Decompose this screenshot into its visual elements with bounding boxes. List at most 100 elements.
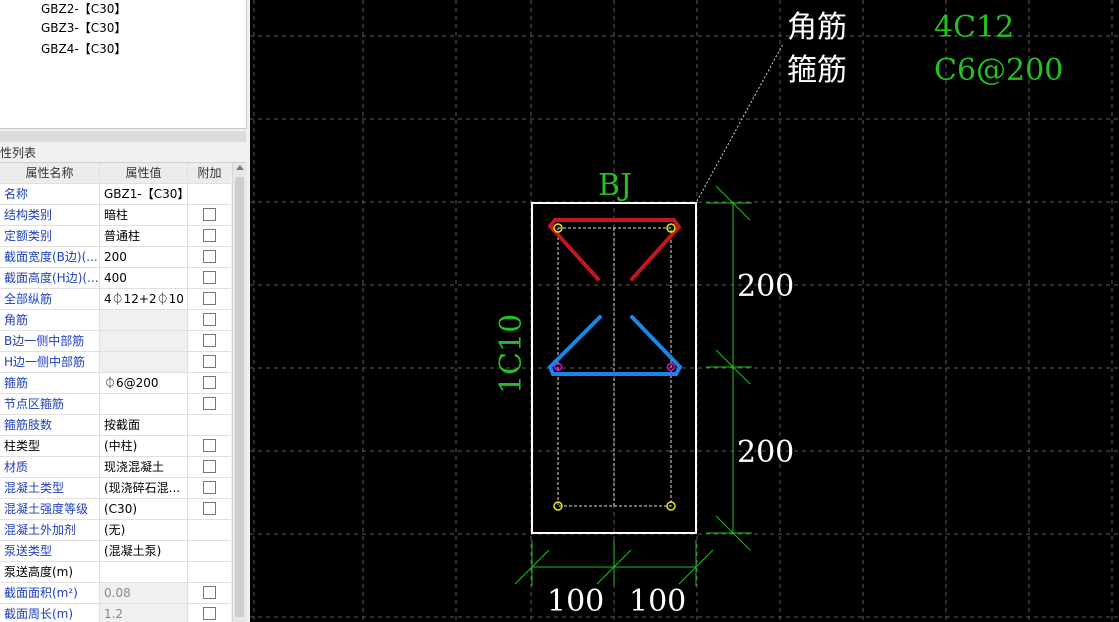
property-row[interactable]: 箍筋 ⏀6@200	[0, 373, 231, 394]
property-extra-cell	[188, 604, 231, 622]
property-value[interactable]: GBZ1-【C30】	[100, 184, 188, 204]
extra-checkbox[interactable]	[203, 607, 216, 620]
property-value[interactable]: 普通柱	[100, 226, 188, 246]
extra-checkbox[interactable]	[203, 586, 216, 599]
scroll-thumb[interactable]	[235, 177, 244, 617]
property-row[interactable]: 名称 GBZ1-【C30】	[0, 184, 231, 205]
dimension-width-right: 100	[629, 584, 686, 619]
property-row[interactable]: 材质 现浇混凝土	[0, 457, 231, 478]
property-value[interactable]	[100, 562, 188, 582]
property-row[interactable]: B边一侧中部筋	[0, 331, 231, 352]
drawing-canvas[interactable]: 角筋 箍筋 4C12 C6@200 BJ 1C10 200 200 100 10…	[250, 0, 1119, 622]
property-name: 定额类别	[0, 226, 100, 246]
scroll-up-icon[interactable]	[236, 165, 244, 170]
property-name: 箍筋肢数	[0, 415, 100, 435]
property-scrollbar[interactable]	[232, 163, 247, 622]
property-value[interactable]: 4⏀12+2⏀10	[100, 289, 188, 309]
dimension-width-left: 100	[547, 584, 604, 619]
property-row[interactable]: 泵送高度(m)	[0, 562, 231, 583]
property-row[interactable]: 箍筋肢数 按截面	[0, 415, 231, 436]
extra-checkbox[interactable]	[203, 208, 216, 221]
property-name: 截面高度(H边)(...	[0, 268, 100, 288]
extra-checkbox[interactable]	[203, 502, 216, 515]
vertical-dimension	[706, 185, 752, 551]
property-extra-cell	[188, 457, 231, 477]
property-value[interactable]: (无)	[100, 520, 188, 540]
property-row[interactable]: 混凝土强度等级 (C30)	[0, 499, 231, 520]
extra-checkbox[interactable]	[203, 439, 216, 452]
property-value[interactable]	[100, 394, 188, 414]
property-row[interactable]: 全部纵筋 4⏀12+2⏀10	[0, 289, 231, 310]
property-value[interactable]	[100, 331, 188, 351]
property-extra-cell	[188, 394, 231, 414]
property-name: 柱类型	[0, 436, 100, 456]
property-name: 结构类别	[0, 205, 100, 225]
property-value[interactable]: 现浇混凝土	[100, 457, 188, 477]
property-extra-cell	[188, 331, 231, 351]
property-value[interactable]: 0.08	[100, 583, 188, 603]
extra-checkbox[interactable]	[203, 313, 216, 326]
column-header-extra: 附加	[197, 166, 222, 180]
property-value[interactable]: (混凝土泵)	[100, 541, 188, 561]
property-name: 截面面积(m²)	[0, 583, 100, 603]
extra-checkbox[interactable]	[203, 481, 216, 494]
property-row[interactable]: 混凝土类型 (现浇碎石混...	[0, 478, 231, 499]
property-row[interactable]: 截面面积(m²) 0.08	[0, 583, 231, 604]
property-extra-cell	[188, 226, 231, 246]
component-tree[interactable]: GBZ2-【C30】 GBZ3-【C30】 GBZ4-【C30】	[0, 0, 247, 129]
property-row[interactable]: 定额类别 普通柱	[0, 226, 231, 247]
leader-line	[696, 43, 784, 202]
property-extra-cell	[188, 562, 231, 582]
property-extra-cell	[188, 436, 231, 456]
property-extra-cell	[188, 352, 231, 372]
extra-checkbox[interactable]	[203, 229, 216, 242]
property-extra-cell	[188, 583, 231, 603]
tree-item-gbz3[interactable]: GBZ3-【C30】	[41, 19, 126, 37]
property-row[interactable]: 节点区箍筋	[0, 394, 231, 415]
property-list-title: 性列表	[0, 146, 37, 160]
property-row[interactable]: 截面周长(m) 1.2	[0, 604, 231, 622]
property-name: 泵送类型	[0, 541, 100, 561]
extra-checkbox[interactable]	[203, 460, 216, 473]
property-row[interactable]: 泵送类型 (混凝土泵)	[0, 541, 231, 562]
extra-checkbox[interactable]	[203, 271, 216, 284]
property-extra-cell	[188, 205, 231, 225]
property-row[interactable]: H边一侧中部筋	[0, 352, 231, 373]
property-value[interactable]: 200	[100, 247, 188, 267]
property-name: 材质	[0, 457, 100, 477]
property-name: H边一侧中部筋	[0, 352, 100, 372]
property-extra-cell	[188, 520, 231, 540]
section-drawing: 角筋 箍筋 4C12 C6@200 BJ 1C10 200 200 100 10…	[250, 0, 1119, 622]
property-value[interactable]: (中柱)	[100, 436, 188, 456]
extra-checkbox[interactable]	[203, 250, 216, 263]
property-value[interactable]: (现浇碎石混...	[100, 478, 188, 498]
extra-checkbox[interactable]	[203, 334, 216, 347]
extra-checkbox[interactable]	[203, 292, 216, 305]
extra-checkbox[interactable]	[203, 376, 216, 389]
extra-checkbox[interactable]	[203, 397, 216, 410]
tree-item-gbz4[interactable]: GBZ4-【C30】	[41, 40, 126, 58]
property-extra-cell	[188, 289, 231, 309]
property-value[interactable]	[100, 352, 188, 372]
property-value[interactable]	[100, 310, 188, 330]
property-name: 名称	[0, 184, 100, 204]
property-value[interactable]: 1.2	[100, 604, 188, 622]
property-row[interactable]: 截面高度(H边)(... 400	[0, 268, 231, 289]
property-name: 全部纵筋	[0, 289, 100, 309]
property-extra-cell	[188, 478, 231, 498]
property-value[interactable]: 400	[100, 268, 188, 288]
tree-item-gbz2[interactable]: GBZ2-【C30】	[41, 0, 126, 18]
property-value[interactable]: (C30)	[100, 499, 188, 519]
property-name: 混凝土外加剂	[0, 520, 100, 540]
property-row[interactable]: 柱类型 (中柱)	[0, 436, 231, 457]
extra-checkbox[interactable]	[203, 355, 216, 368]
property-row[interactable]: 结构类别 暗柱	[0, 205, 231, 226]
property-extra-cell	[188, 373, 231, 393]
property-row[interactable]: 截面宽度(B边)(... 200	[0, 247, 231, 268]
property-value[interactable]: 暗柱	[100, 205, 188, 225]
property-row[interactable]: 角筋	[0, 310, 231, 331]
property-value[interactable]: ⏀6@200	[100, 373, 188, 393]
property-row[interactable]: 混凝土外加剂 (无)	[0, 520, 231, 541]
property-name: 角筋	[0, 310, 100, 330]
property-value[interactable]: 按截面	[100, 415, 188, 435]
